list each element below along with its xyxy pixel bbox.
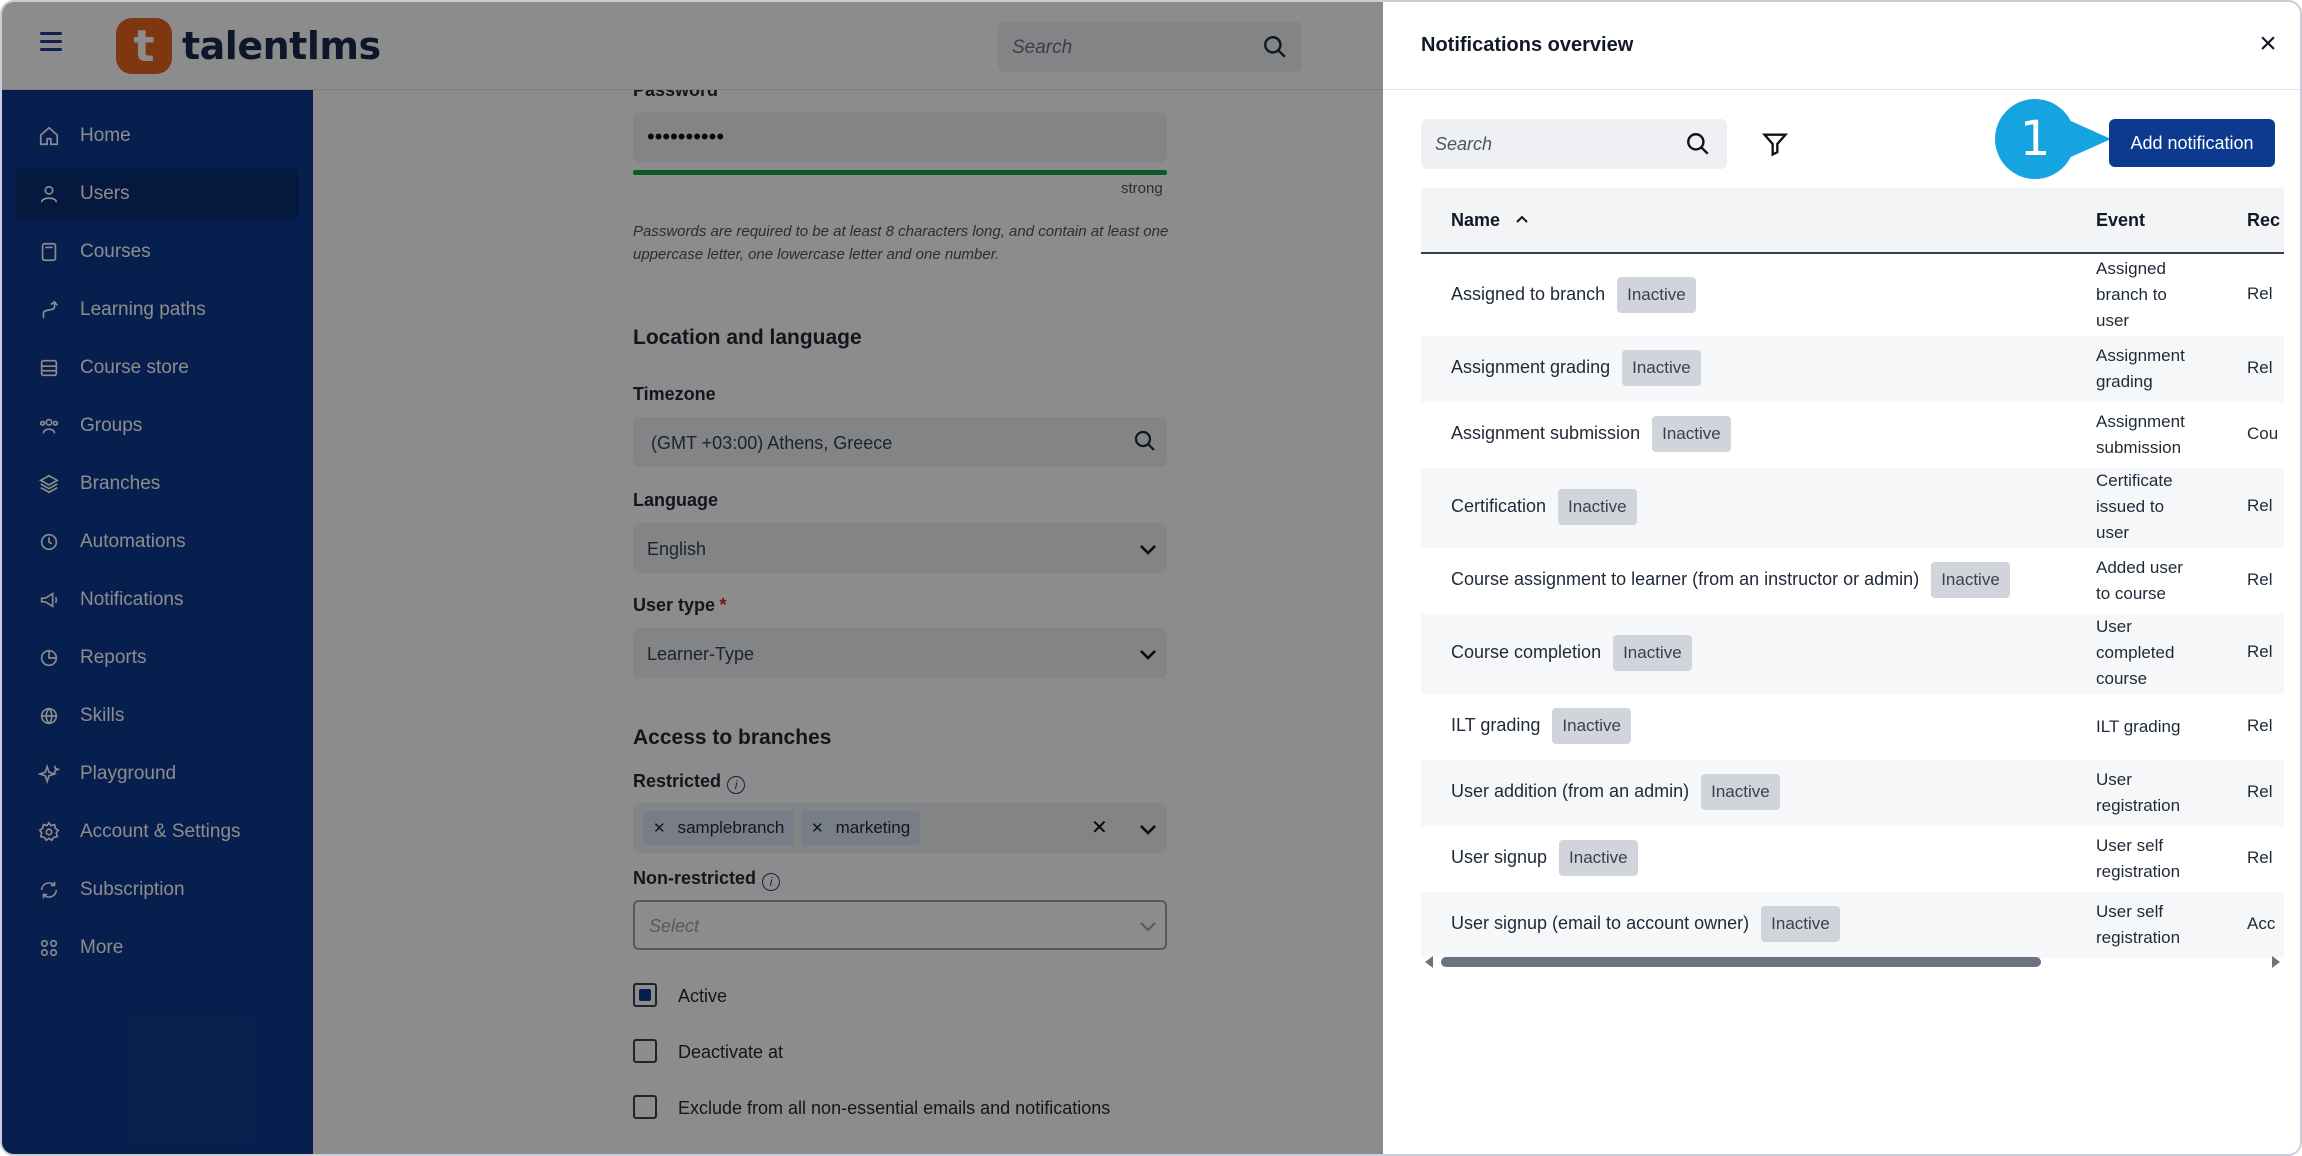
step-marker: 1 (1995, 99, 2119, 179)
notification-name: User addition (from an admin) Inactive (1451, 774, 1780, 810)
notification-event: User completed course (2096, 617, 2175, 688)
notification-recipient: Rel (2247, 570, 2273, 589)
notification-name: Course assignment to learner (from an in… (1451, 562, 2010, 598)
notification-event: Assignment submission (2096, 412, 2185, 457)
table-row[interactable]: Assigned to branch Inactive Assigned bran… (1421, 256, 2284, 336)
notifications-panel: Notifications overview × Search 1 Add no… (1383, 2, 2300, 1154)
notification-recipient: Cou (2247, 424, 2279, 443)
horizontal-scrollbar[interactable] (1421, 954, 2284, 970)
status-badge: Inactive (1622, 350, 1701, 386)
notification-event: Assignment grading (2096, 346, 2185, 391)
column-header-name[interactable]: Name (1451, 210, 1529, 231)
status-badge: Inactive (1701, 774, 1780, 810)
close-icon[interactable]: × (2256, 29, 2280, 59)
table-row[interactable]: Certification Inactive Certificate issued… (1421, 468, 2284, 548)
scroll-right-icon[interactable] (2272, 956, 2280, 968)
notification-recipient: Rel (2247, 284, 2273, 303)
notification-event: User self registration (2096, 836, 2181, 881)
search-icon[interactable] (1685, 131, 1711, 157)
status-badge: Inactive (1559, 840, 1638, 876)
status-badge: Inactive (1552, 708, 1631, 744)
table-row[interactable]: User signup (email to account owner) Inac… (1421, 892, 2284, 958)
step-number: 1 (1995, 99, 2075, 179)
notification-event: User self registration (2096, 902, 2181, 947)
notification-recipient: Acc (2247, 914, 2276, 933)
table-row[interactable]: Assignment submission Inactive Assignment… (1421, 402, 2284, 468)
status-badge: Inactive (1558, 489, 1637, 525)
notification-name: Assignment submission Inactive (1451, 416, 1731, 452)
app-window: t talentlms Search Home Users Courses Le… (0, 0, 2302, 1156)
table-row[interactable]: Course completion Inactive User completed… (1421, 614, 2284, 694)
table-row[interactable]: Course assignment to learner (from an in… (1421, 548, 2284, 614)
notification-recipient: Rel (2247, 358, 2273, 377)
notification-name: User signup Inactive (1451, 840, 1638, 876)
notification-recipient: Rel (2247, 848, 2273, 867)
status-badge: Inactive (1617, 277, 1696, 313)
status-badge: Inactive (1931, 562, 2010, 598)
scroll-left-icon[interactable] (1425, 956, 1433, 968)
panel-title: Notifications overview (1421, 34, 1634, 56)
notification-event: Added user to course (2096, 558, 2183, 603)
status-badge: Inactive (1613, 635, 1692, 671)
notification-name: Assigned to branch Inactive (1451, 277, 1696, 313)
table-row[interactable]: Assignment grading Inactive Assignment gr… (1421, 336, 2284, 402)
notification-recipient: Rel (2247, 642, 2273, 661)
notification-event: ILT grading (2096, 717, 2181, 736)
panel-header: Notifications overview × (1383, 2, 2300, 90)
table-header: Name Event Rec (1421, 188, 2284, 254)
notification-recipient: Rel (2247, 782, 2273, 801)
add-notification-button[interactable]: Add notification (2109, 119, 2275, 167)
notification-recipient: Rel (2247, 496, 2273, 515)
filter-icon[interactable] (1761, 130, 1789, 158)
status-badge: Inactive (1761, 906, 1840, 942)
modal-backdrop[interactable] (2, 2, 1383, 1154)
notification-name: Assignment grading Inactive (1451, 350, 1701, 386)
notification-name: ILT grading Inactive (1451, 708, 1631, 744)
notification-event: Assigned branch to user (2096, 259, 2167, 330)
notification-name: User signup (email to account owner) Inac… (1451, 906, 1840, 942)
table-row[interactable]: ILT grading Inactive ILT grading Rel (1421, 694, 2284, 760)
notification-event: User registration (2096, 770, 2181, 815)
table-row[interactable]: User addition (from an admin) Inactive Us… (1421, 760, 2284, 826)
notifications-search-input[interactable]: Search (1421, 119, 1727, 169)
notifications-table: Name Event Rec Assigned to branch Inactiv… (1421, 188, 2284, 972)
notification-name: Course completion Inactive (1451, 635, 1692, 671)
table-row[interactable]: User signup Inactive User self registrati… (1421, 826, 2284, 892)
column-header-event[interactable]: Event (2096, 210, 2145, 231)
column-header-recipient[interactable]: Rec (2247, 210, 2280, 231)
search-placeholder: Search (1435, 134, 1493, 154)
scrollbar-thumb[interactable] (1441, 957, 2041, 967)
notification-name: Certification Inactive (1451, 489, 1637, 525)
sort-ascending-icon (1516, 215, 1528, 223)
status-badge: Inactive (1652, 416, 1731, 452)
notification-recipient: Rel (2247, 716, 2273, 735)
notification-event: Certificate issued to user (2096, 471, 2173, 542)
